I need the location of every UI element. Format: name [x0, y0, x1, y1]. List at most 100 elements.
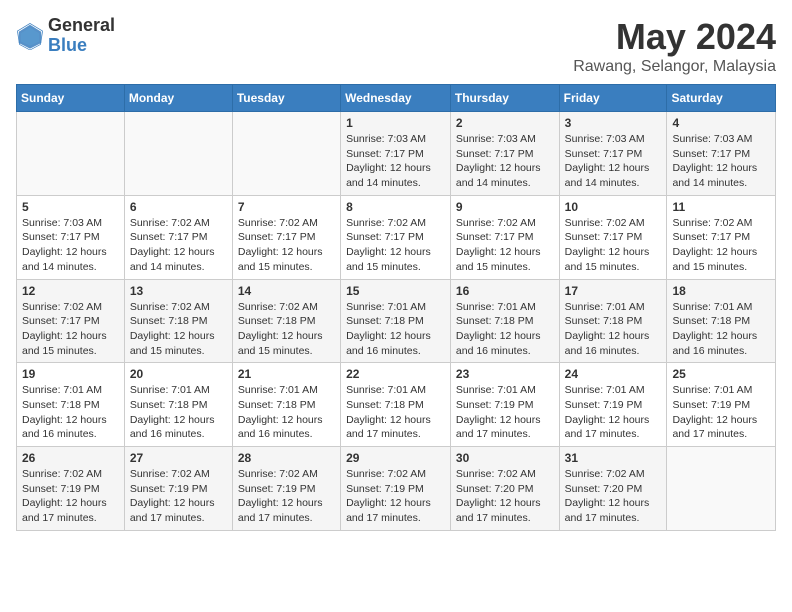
day-info: Sunrise: 7:01 AM Sunset: 7:19 PM Dayligh… — [456, 383, 554, 442]
day-number: 15 — [346, 284, 445, 298]
header-day-sunday: Sunday — [17, 85, 125, 112]
calendar-cell: 11 Sunrise: 7:02 AM Sunset: 7:17 PM Dayli… — [667, 195, 776, 279]
header-day-friday: Friday — [559, 85, 667, 112]
day-info: Sunrise: 7:02 AM Sunset: 7:17 PM Dayligh… — [565, 216, 662, 275]
calendar-cell — [17, 112, 125, 196]
day-info: Sunrise: 7:03 AM Sunset: 7:17 PM Dayligh… — [565, 132, 662, 191]
day-number: 29 — [346, 451, 445, 465]
day-number: 11 — [672, 200, 770, 214]
day-info: Sunrise: 7:02 AM Sunset: 7:19 PM Dayligh… — [22, 467, 119, 526]
week-row-3: 12 Sunrise: 7:02 AM Sunset: 7:17 PM Dayli… — [17, 279, 776, 363]
calendar-cell: 28Sunrise: 7:02 AM Sunset: 7:19 PM Dayli… — [232, 447, 340, 531]
calendar-cell: 15 Sunrise: 7:01 AM Sunset: 7:18 PM Dayli… — [341, 279, 451, 363]
calendar-cell: 17Sunrise: 7:01 AM Sunset: 7:18 PM Dayli… — [559, 279, 667, 363]
day-number: 12 — [22, 284, 119, 298]
calendar-cell: 30 Sunrise: 7:02 AM Sunset: 7:20 PM Dayli… — [450, 447, 559, 531]
location-title: Rawang, Selangor, Malaysia — [573, 58, 776, 76]
calendar-cell: 7 Sunrise: 7:02 AM Sunset: 7:17 PM Daylig… — [232, 195, 340, 279]
calendar-cell: 12 Sunrise: 7:02 AM Sunset: 7:17 PM Dayli… — [17, 279, 125, 363]
day-info: Sunrise: 7:02 AM Sunset: 7:17 PM Dayligh… — [238, 216, 335, 275]
day-info: Sunrise: 7:01 AM Sunset: 7:18 PM Dayligh… — [456, 300, 554, 359]
calendar-cell: 2 Sunrise: 7:03 AM Sunset: 7:17 PM Daylig… — [450, 112, 559, 196]
day-info: Sunrise: 7:02 AM Sunset: 7:20 PM Dayligh… — [456, 467, 554, 526]
week-row-2: 5 Sunrise: 7:03 AM Sunset: 7:17 PM Daylig… — [17, 195, 776, 279]
calendar-cell: 10Sunrise: 7:02 AM Sunset: 7:17 PM Dayli… — [559, 195, 667, 279]
day-info: Sunrise: 7:02 AM Sunset: 7:17 PM Dayligh… — [672, 216, 770, 275]
logo-icon — [16, 22, 44, 50]
day-info: Sunrise: 7:03 AM Sunset: 7:17 PM Dayligh… — [672, 132, 770, 191]
day-number: 13 — [130, 284, 227, 298]
calendar-cell: 22 Sunrise: 7:01 AM Sunset: 7:18 PM Dayli… — [341, 363, 451, 447]
calendar-cell: 16 Sunrise: 7:01 AM Sunset: 7:18 PM Dayli… — [450, 279, 559, 363]
logo: General Blue — [16, 16, 115, 56]
day-number: 19 — [22, 367, 119, 381]
day-info: Sunrise: 7:01 AM Sunset: 7:19 PM Dayligh… — [672, 383, 770, 442]
logo-text-block: General Blue — [48, 16, 115, 56]
day-number: 26 — [22, 451, 119, 465]
day-number: 3 — [565, 116, 662, 130]
day-info: Sunrise: 7:01 AM Sunset: 7:18 PM Dayligh… — [346, 383, 445, 442]
calendar-cell — [667, 447, 776, 531]
day-info: Sunrise: 7:02 AM Sunset: 7:19 PM Dayligh… — [238, 467, 335, 526]
calendar-table: SundayMondayTuesdayWednesdayThursdayFrid… — [16, 84, 776, 531]
logo-general: General — [48, 15, 115, 35]
calendar-cell: 18 Sunrise: 7:01 AM Sunset: 7:18 PM Dayli… — [667, 279, 776, 363]
day-number: 6 — [130, 200, 227, 214]
day-number: 18 — [672, 284, 770, 298]
calendar-cell: 4 Sunrise: 7:03 AM Sunset: 7:17 PM Daylig… — [667, 112, 776, 196]
calendar-cell: 25 Sunrise: 7:01 AM Sunset: 7:19 PM Dayli… — [667, 363, 776, 447]
day-info: Sunrise: 7:02 AM Sunset: 7:17 PM Dayligh… — [456, 216, 554, 275]
day-info: Sunrise: 7:03 AM Sunset: 7:17 PM Dayligh… — [346, 132, 445, 191]
day-info: Sunrise: 7:02 AM Sunset: 7:17 PM Dayligh… — [346, 216, 445, 275]
header-day-thursday: Thursday — [450, 85, 559, 112]
header-day-tuesday: Tuesday — [232, 85, 340, 112]
day-number: 22 — [346, 367, 445, 381]
calendar-cell: 9Sunrise: 7:02 AM Sunset: 7:17 PM Daylig… — [450, 195, 559, 279]
day-info: Sunrise: 7:03 AM Sunset: 7:17 PM Dayligh… — [456, 132, 554, 191]
day-number: 5 — [22, 200, 119, 214]
day-info: Sunrise: 7:02 AM Sunset: 7:17 PM Dayligh… — [22, 300, 119, 359]
calendar-cell: 23Sunrise: 7:01 AM Sunset: 7:19 PM Dayli… — [450, 363, 559, 447]
day-info: Sunrise: 7:01 AM Sunset: 7:18 PM Dayligh… — [672, 300, 770, 359]
calendar-cell: 31Sunrise: 7:02 AM Sunset: 7:20 PM Dayli… — [559, 447, 667, 531]
calendar-cell: 5 Sunrise: 7:03 AM Sunset: 7:17 PM Daylig… — [17, 195, 125, 279]
day-number: 8 — [346, 200, 445, 214]
month-title: May 2024 — [573, 16, 776, 58]
header-day-monday: Monday — [124, 85, 232, 112]
day-info: Sunrise: 7:02 AM Sunset: 7:19 PM Dayligh… — [346, 467, 445, 526]
header-day-wednesday: Wednesday — [341, 85, 451, 112]
day-number: 7 — [238, 200, 335, 214]
day-info: Sunrise: 7:01 AM Sunset: 7:18 PM Dayligh… — [22, 383, 119, 442]
day-info: Sunrise: 7:01 AM Sunset: 7:19 PM Dayligh… — [565, 383, 662, 442]
calendar-cell: 19 Sunrise: 7:01 AM Sunset: 7:18 PM Dayli… — [17, 363, 125, 447]
day-number: 30 — [456, 451, 554, 465]
week-row-1: 1 Sunrise: 7:03 AM Sunset: 7:17 PM Daylig… — [17, 112, 776, 196]
day-info: Sunrise: 7:01 AM Sunset: 7:18 PM Dayligh… — [130, 383, 227, 442]
calendar-cell: 27Sunrise: 7:02 AM Sunset: 7:19 PM Dayli… — [124, 447, 232, 531]
page-header: General Blue May 2024 Rawang, Selangor, … — [16, 16, 776, 76]
day-info: Sunrise: 7:01 AM Sunset: 7:18 PM Dayligh… — [238, 383, 335, 442]
calendar-cell: 1 Sunrise: 7:03 AM Sunset: 7:17 PM Daylig… — [341, 112, 451, 196]
day-info: Sunrise: 7:01 AM Sunset: 7:18 PM Dayligh… — [565, 300, 662, 359]
day-number: 2 — [456, 116, 554, 130]
day-info: Sunrise: 7:02 AM Sunset: 7:17 PM Dayligh… — [130, 216, 227, 275]
calendar-cell: 14Sunrise: 7:02 AM Sunset: 7:18 PM Dayli… — [232, 279, 340, 363]
header-day-saturday: Saturday — [667, 85, 776, 112]
logo-blue: Blue — [48, 35, 87, 55]
day-number: 25 — [672, 367, 770, 381]
day-info: Sunrise: 7:03 AM Sunset: 7:17 PM Dayligh… — [22, 216, 119, 275]
calendar-cell: 21Sunrise: 7:01 AM Sunset: 7:18 PM Dayli… — [232, 363, 340, 447]
calendar-cell: 13Sunrise: 7:02 AM Sunset: 7:18 PM Dayli… — [124, 279, 232, 363]
calendar-cell: 29 Sunrise: 7:02 AM Sunset: 7:19 PM Dayli… — [341, 447, 451, 531]
calendar-header-row: SundayMondayTuesdayWednesdayThursdayFrid… — [17, 85, 776, 112]
day-number: 4 — [672, 116, 770, 130]
day-info: Sunrise: 7:01 AM Sunset: 7:18 PM Dayligh… — [346, 300, 445, 359]
day-number: 31 — [565, 451, 662, 465]
calendar-cell: 26 Sunrise: 7:02 AM Sunset: 7:19 PM Dayli… — [17, 447, 125, 531]
day-number: 14 — [238, 284, 335, 298]
calendar-cell — [124, 112, 232, 196]
day-number: 16 — [456, 284, 554, 298]
day-number: 1 — [346, 116, 445, 130]
calendar-cell: 6 Sunrise: 7:02 AM Sunset: 7:17 PM Daylig… — [124, 195, 232, 279]
calendar-cell: 20Sunrise: 7:01 AM Sunset: 7:18 PM Dayli… — [124, 363, 232, 447]
